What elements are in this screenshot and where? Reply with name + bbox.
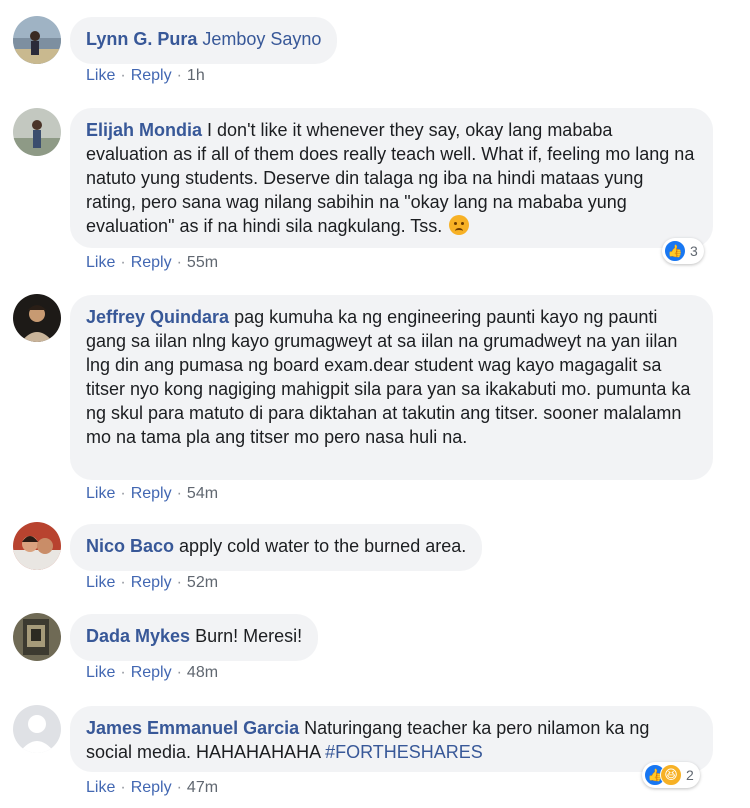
reply-button[interactable]: Reply	[131, 485, 172, 502]
author-name[interactable]: Elijah Mondia	[86, 120, 202, 140]
avatar[interactable]	[13, 108, 61, 156]
avatar[interactable]	[13, 522, 61, 570]
avatar[interactable]	[13, 294, 61, 342]
hashtag-link[interactable]: #FORTHESHARES	[325, 742, 483, 762]
comment-bubble: James Emmanuel Garcia Naturingang teache…	[70, 706, 713, 772]
comment-text: Burn! Meresi!	[195, 626, 303, 646]
reaction-summary[interactable]: 👍 3	[662, 238, 704, 264]
avatar-photo	[13, 108, 61, 156]
separator: ·	[176, 574, 182, 591]
timestamp[interactable]: 54m	[187, 485, 218, 502]
reply-button[interactable]: Reply	[131, 574, 172, 591]
like-icon: 👍	[664, 240, 686, 262]
separator: ·	[176, 67, 182, 84]
comment-actions: Like · Reply · 54m	[86, 485, 218, 503]
separator: ·	[176, 485, 182, 502]
reaction-count: 2	[686, 767, 694, 783]
comment-bubble: Jeffrey Quindara pag kumuha ka ng engine…	[70, 295, 713, 480]
author-name[interactable]: Jeffrey Quindara	[86, 307, 229, 327]
reaction-count: 3	[690, 243, 698, 259]
avatar[interactable]	[13, 16, 61, 64]
comment-bubble: Nico Baco apply cold water to the burned…	[70, 524, 483, 571]
separator: ·	[176, 664, 182, 681]
timestamp[interactable]: 52m	[187, 574, 218, 591]
comment-actions: Like · Reply · 55m	[86, 254, 218, 272]
author-name[interactable]: Lynn G. Pura	[86, 29, 197, 49]
sad-face-emoji	[449, 215, 470, 235]
timestamp[interactable]: 47m	[187, 779, 218, 796]
separator: ·	[120, 67, 126, 84]
avatar[interactable]	[13, 705, 61, 753]
comment-actions: Like · Reply · 48m	[86, 664, 218, 682]
timestamp[interactable]: 1h	[187, 67, 205, 84]
comment-bubble: Dada Mykes Burn! Meresi!	[70, 614, 319, 661]
avatar[interactable]	[13, 613, 61, 661]
default-avatar-icon	[13, 705, 61, 753]
avatar-photo	[13, 522, 61, 570]
timestamp[interactable]: 48m	[187, 664, 218, 681]
like-button[interactable]: Like	[86, 485, 115, 502]
separator: ·	[120, 664, 126, 681]
comment-bubble: Lynn G. Pura Jemboy Sayno	[70, 17, 338, 64]
author-name[interactable]: Dada Mykes	[86, 626, 190, 646]
like-button[interactable]: Like	[86, 574, 115, 591]
separator: ·	[176, 254, 182, 271]
author-name[interactable]: James Emmanuel Garcia	[86, 718, 299, 738]
avatar-photo	[13, 613, 61, 661]
comment-actions: Like · Reply · 52m	[86, 574, 218, 592]
author-name[interactable]: Nico Baco	[86, 536, 174, 556]
comment-text: pag kumuha ka ng engineering paunti kayo…	[86, 307, 691, 447]
like-button[interactable]: Like	[86, 779, 115, 796]
avatar-photo	[13, 294, 61, 342]
separator: ·	[120, 779, 126, 796]
separator: ·	[120, 254, 126, 271]
separator: ·	[120, 485, 126, 502]
like-button[interactable]: Like	[86, 254, 115, 271]
haha-icon: 😆	[660, 764, 682, 786]
comment-actions: Like · Reply · 47m	[86, 779, 218, 797]
reply-button[interactable]: Reply	[131, 664, 172, 681]
like-button[interactable]: Like	[86, 664, 115, 681]
separator: ·	[120, 574, 126, 591]
like-button[interactable]: Like	[86, 67, 115, 84]
reaction-summary[interactable]: 👍 😆 2	[642, 762, 700, 788]
comment-actions: Like · Reply · 1h	[86, 67, 205, 85]
comment-bubble: Elijah Mondia I don't like it whenever t…	[70, 108, 713, 248]
reply-button[interactable]: Reply	[131, 254, 172, 271]
timestamp[interactable]: 55m	[187, 254, 218, 271]
reply-button[interactable]: Reply	[131, 67, 172, 84]
avatar-photo	[13, 16, 61, 64]
comment-text: apply cold water to the burned area.	[179, 536, 467, 556]
reply-button[interactable]: Reply	[131, 779, 172, 796]
tagged-user[interactable]: Jemboy Sayno	[202, 29, 321, 49]
separator: ·	[176, 779, 182, 796]
